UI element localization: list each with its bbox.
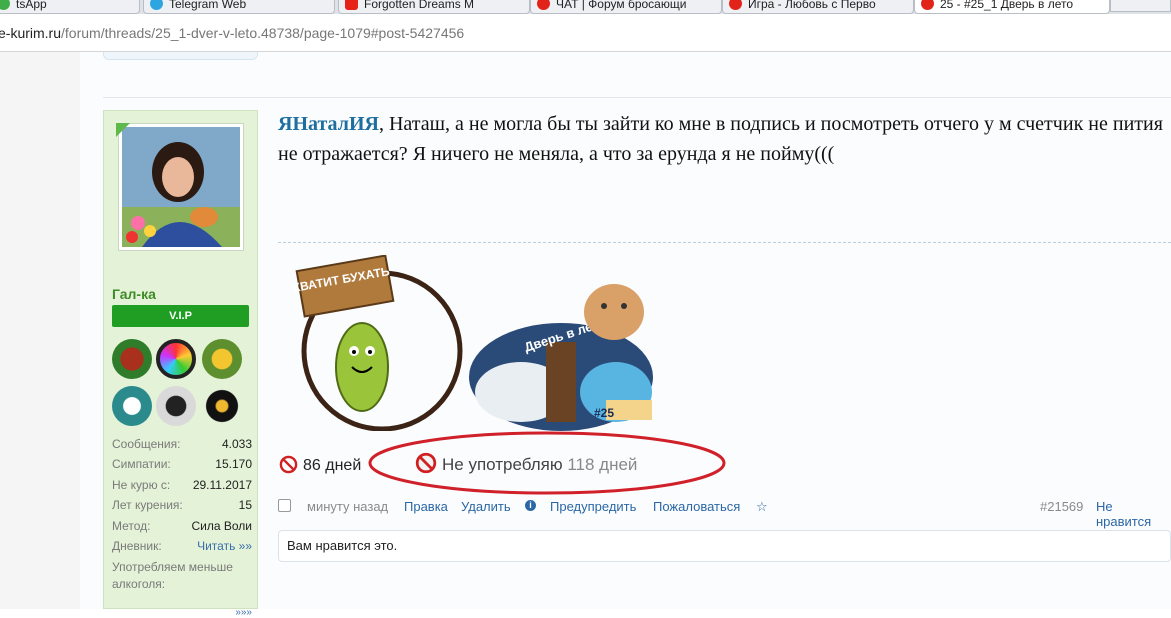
user-title-badge: V.I.P <box>112 305 249 327</box>
no-alcohol-counter: Не употребляю 118 дней <box>415 452 637 475</box>
rainbow-flower-badge-icon[interactable] <box>156 339 196 379</box>
new-tab-button[interactable] <box>1110 0 1171 12</box>
signature-separator <box>278 242 1171 243</box>
stat-row: Не курю с: 29.11.2017 <box>112 478 252 492</box>
star-icon[interactable]: ☆ <box>756 499 768 515</box>
post-footer: минуту назад Правка Удалить i Предупреди… <box>278 497 1171 529</box>
no-drinking-icon <box>279 455 298 474</box>
avatar[interactable] <box>118 123 244 251</box>
previous-post-edge <box>103 52 258 60</box>
forum-icon <box>537 0 550 10</box>
dislike-link[interactable]: Не нравится <box>1096 499 1171 529</box>
tab-whatsapp[interactable]: tsApp <box>0 0 140 14</box>
report-link[interactable]: Пожаловаться <box>653 499 740 514</box>
detective-badge-icon[interactable] <box>156 386 196 426</box>
stat-row: Метод: Сила Воли <box>112 519 252 533</box>
door-number-badge: #25 <box>594 406 614 420</box>
stat-row: Симпатии: 15.170 <box>112 457 252 471</box>
user-mention[interactable]: ЯНаталИЯ <box>278 113 379 135</box>
browser-tabbar: tsApp Telegram Web Forgotten Dreams M ЧА… <box>0 0 1171 14</box>
tab-forum-chat[interactable]: ЧАТ | Форум бросающи <box>530 0 722 14</box>
username[interactable]: Гал-ка <box>112 286 156 302</box>
diary-link[interactable]: Читать »» <box>197 539 252 553</box>
tab-forum-game[interactable]: Игра - Любовь с Перво <box>722 0 914 14</box>
warn-link[interactable]: Предупредить <box>550 499 636 514</box>
post-divider <box>103 97 1171 98</box>
left-gutter <box>0 52 80 609</box>
likes-summary: Вам нравится это. <box>278 530 1171 562</box>
tab-youtube[interactable]: Forgotten Dreams M <box>338 0 530 14</box>
forum-icon <box>921 0 934 10</box>
post-message: ЯНаталИЯ, Наташ, а не могла бы ты зайти … <box>278 109 1171 169</box>
no-smoking-badge-icon[interactable] <box>112 339 152 379</box>
online-indicator <box>116 123 130 137</box>
edit-link[interactable]: Правка <box>404 499 448 514</box>
tab-forum-thread[interactable]: 25 - #25_1 Дверь в лето <box>914 0 1110 14</box>
stat-row: Лет курения: 15 <box>112 498 252 512</box>
info-icon[interactable]: i <box>525 500 536 511</box>
stat-row: Сообщения: 4.033 <box>112 437 252 451</box>
stat-row-diary: Дневник: Читать »» <box>112 539 252 553</box>
delete-link[interactable]: Удалить <box>461 499 511 514</box>
signature-image-door-summer[interactable]: Дверь в лето #25 <box>466 282 656 432</box>
select-post-checkbox[interactable] <box>278 499 291 512</box>
post-time[interactable]: минуту назад <box>307 499 388 514</box>
no-alcohol-icon <box>415 452 437 474</box>
address-bar[interactable]: e-kurim.ru/forum/threads/25_1-dver-v-let… <box>0 14 1171 52</box>
url-text[interactable]: e-kurim.ru/forum/threads/25_1-dver-v-let… <box>0 25 464 41</box>
forum-icon <box>729 0 742 10</box>
page-content: Гал-ка V.I.P Сообщения: 4.033 Симпатии: 15… <box>0 52 1171 618</box>
telegram-icon <box>150 0 163 10</box>
youtube-icon <box>345 0 358 10</box>
stat-alcohol-label: Употребляем меньше алкоголя: <box>112 560 233 591</box>
post-number[interactable]: #21569 <box>1040 499 1083 514</box>
black-flower-badge-icon[interactable] <box>202 386 242 426</box>
no-drinking-badge-icon[interactable] <box>112 386 152 426</box>
signature-image-pickle[interactable]: ХВАТИТ БУХАТЬ <box>278 255 466 431</box>
sobriety-counter: 86 дней <box>279 455 361 475</box>
tab-telegram[interactable]: Telegram Web <box>143 0 335 14</box>
whatsapp-icon <box>0 0 10 10</box>
user-sidebar: Гал-ка V.I.P Сообщения: 4.033 Симпатии: 15… <box>103 110 258 618</box>
star-badge-icon[interactable] <box>202 339 242 379</box>
post-text: , Наташ, а не могла бы ты зайти ко мне в… <box>278 113 1163 165</box>
